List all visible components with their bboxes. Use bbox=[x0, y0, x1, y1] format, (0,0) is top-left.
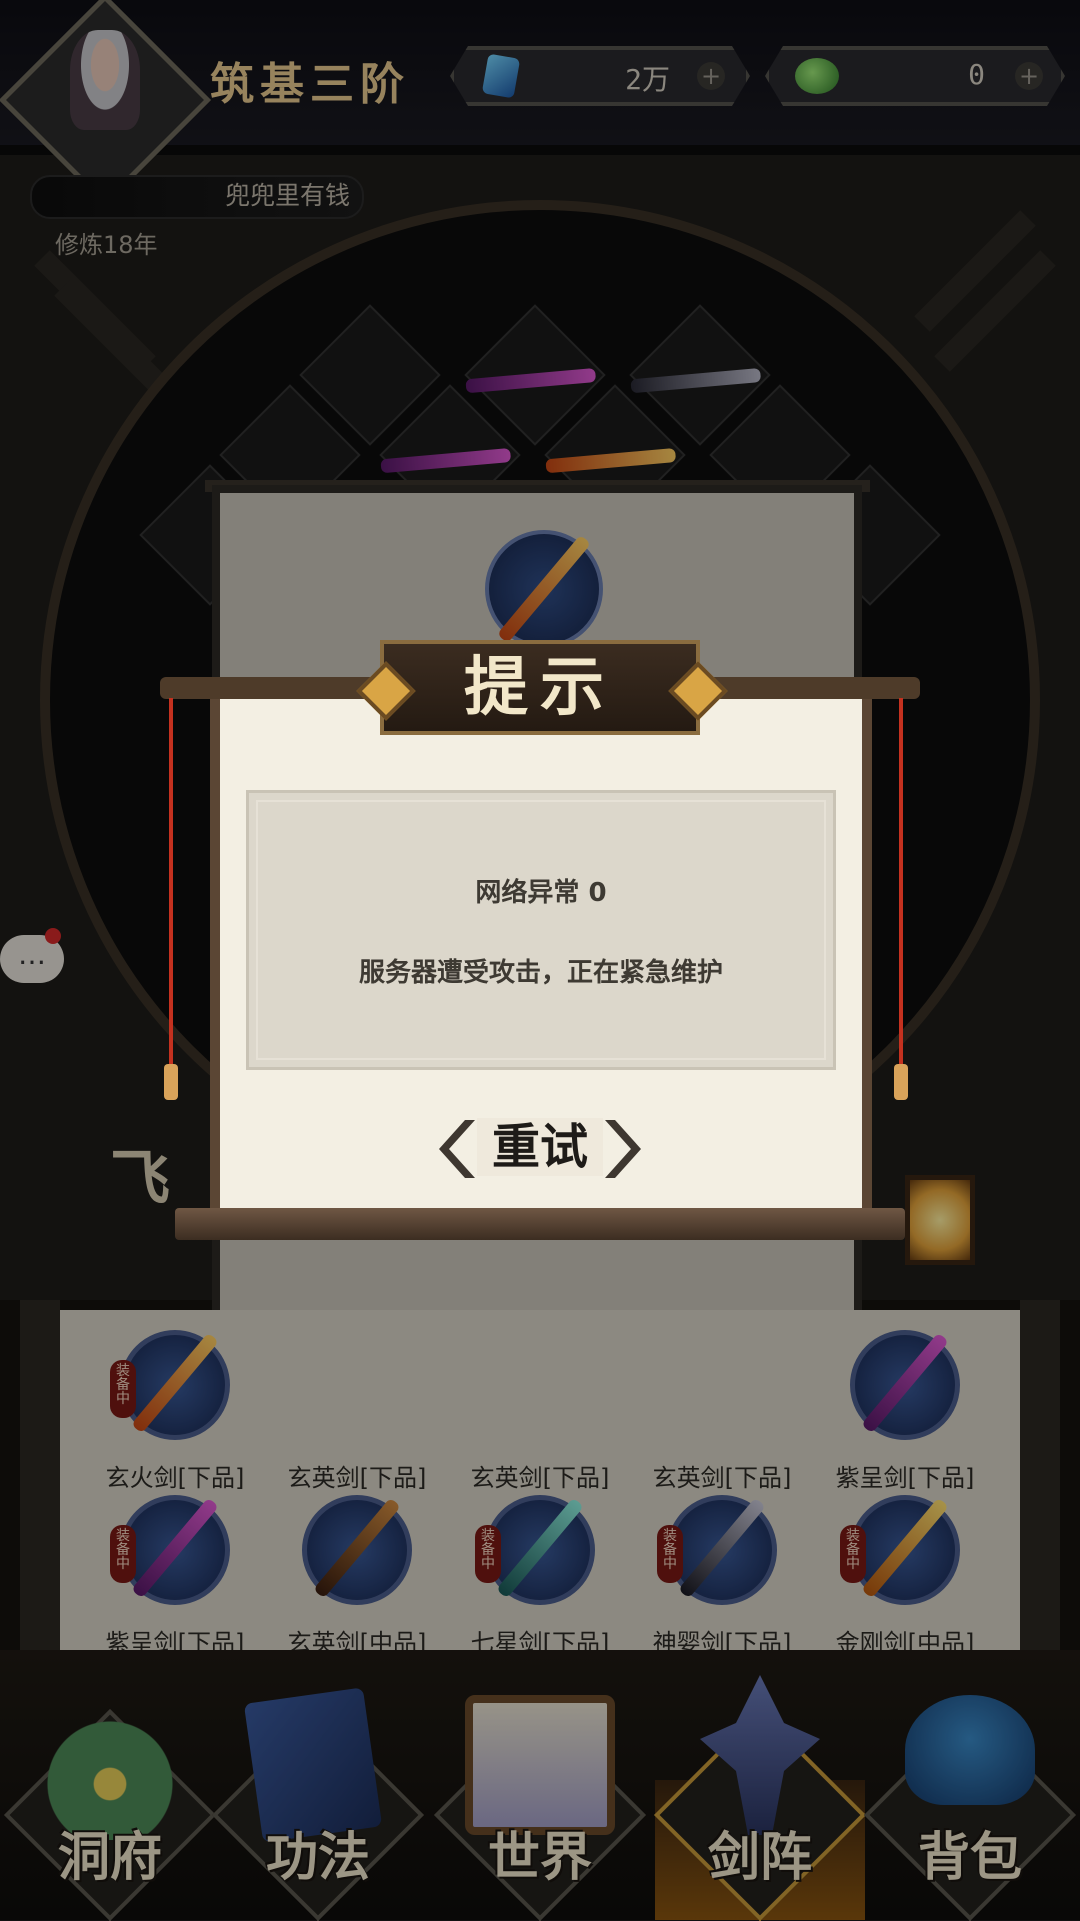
retry-button[interactable]: 重试 bbox=[435, 1118, 645, 1180]
chevron-left-icon bbox=[439, 1120, 475, 1178]
error-code-text: 网络异常 0 bbox=[475, 878, 607, 908]
dialog-message-box bbox=[246, 790, 836, 1070]
error-message-text: 服务器遭受攻击，正在紧急维护 bbox=[358, 958, 723, 988]
dialog-rope-right bbox=[899, 698, 903, 1088]
tassel-icon bbox=[894, 1064, 908, 1100]
dialog-title: 提示 bbox=[464, 650, 616, 725]
chevron-right-icon bbox=[605, 1120, 645, 1178]
dialog-bottom-rod bbox=[175, 1208, 905, 1240]
tassel-icon bbox=[164, 1064, 178, 1100]
dialog-rope-left bbox=[169, 698, 173, 1088]
retry-label: 重试 bbox=[477, 1118, 603, 1176]
